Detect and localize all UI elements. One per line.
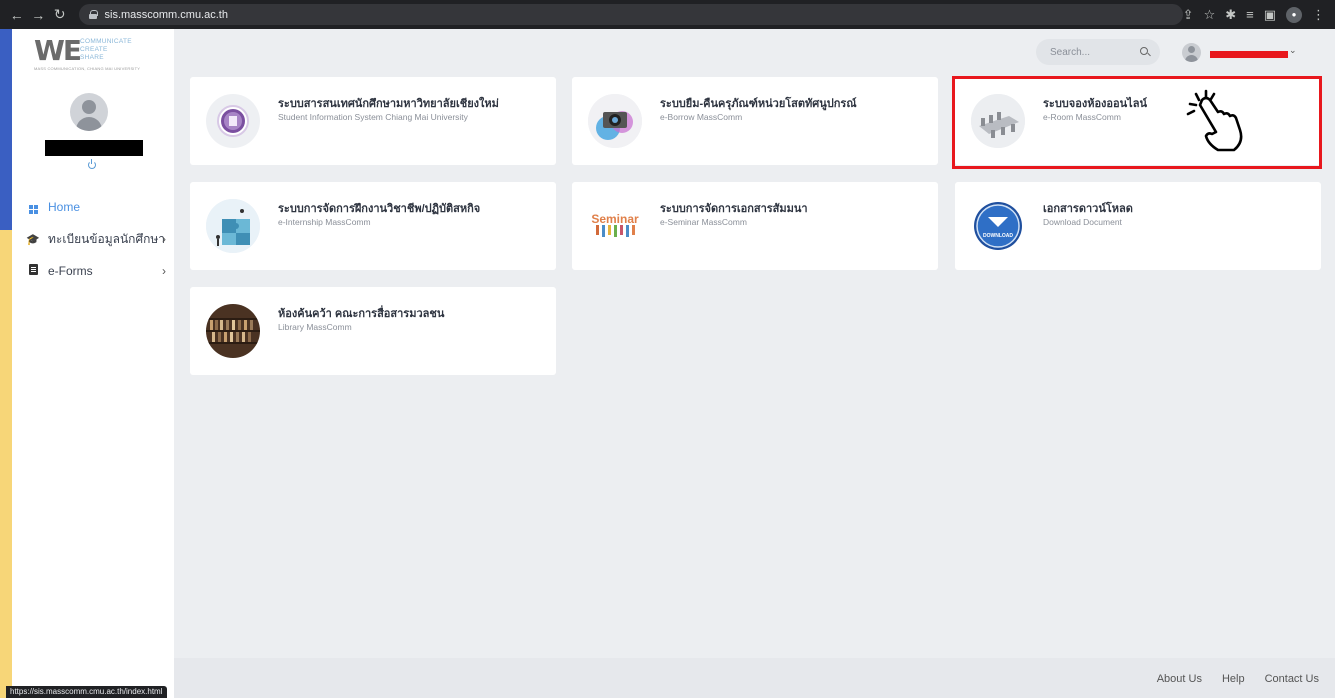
card-subtitle: e-Seminar MassComm xyxy=(660,217,747,227)
app-window: WE COMMUNICATE CREATE SHARE MASS COMMUNI… xyxy=(12,29,1335,698)
reading-list-icon[interactable]: ≡ xyxy=(1246,7,1254,23)
footer-link-about[interactable]: About Us xyxy=(1157,673,1202,685)
browser-toolbar: ← → ↻ sis.masscomm.cmu.ac.th ⇪ ☆ ✱ ≡ ▣ ●… xyxy=(0,0,1335,29)
card-e-internship[interactable]: ระบบการจัดการฝึกงานวิชาชีพ/ปฏิบัติสหกิจ … xyxy=(190,182,556,270)
sidebar-menu: Home 🎓 ทะเบียนข้อมูลนักศึกษา › e-Forms › xyxy=(12,191,174,287)
footer-link-help[interactable]: Help xyxy=(1222,673,1245,685)
username-redacted[interactable] xyxy=(1210,51,1288,58)
card-subtitle: Library MassComm xyxy=(278,322,352,332)
logo-words: COMMUNICATE CREATE SHARE xyxy=(80,38,132,62)
sidebar: WE COMMUNICATE CREATE SHARE MASS COMMUNI… xyxy=(12,29,174,698)
status-bar-url: https://sis.masscomm.cmu.ac.th/index.htm… xyxy=(6,686,167,698)
logo-subtitle: MASS COMMUNICATION, CHIANG MAI UNIVERSIT… xyxy=(34,66,141,71)
card-e-seminar[interactable]: Seminar ระบบการจัดการเอกสารสัมมนา e-Semi… xyxy=(572,182,938,270)
footer-links: About Us Help Contact Us xyxy=(1157,673,1319,685)
sidebar-item-label: ทะเบียนข้อมูลนักศึกษา xyxy=(48,231,165,246)
bookmark-star-icon[interactable]: ☆ xyxy=(1204,7,1216,23)
card-library[interactable]: ห้องค้นคว้า คณะการสื่อสารมวลชน Library M… xyxy=(190,287,556,375)
search-icon[interactable] xyxy=(1140,47,1148,55)
chevron-right-icon: › xyxy=(162,232,166,246)
logo[interactable]: WE COMMUNICATE CREATE SHARE MASS COMMUNI… xyxy=(34,34,154,71)
lock-icon[interactable] xyxy=(88,10,98,19)
card-title: ระบบยืม-คืนครุภัณฑ์หน่วยโสตทัศนูปกรณ์ xyxy=(660,98,857,110)
back-arrow-icon[interactable]: ← xyxy=(6,7,28,23)
logo-mark: WE xyxy=(34,34,82,67)
card-e-room[interactable]: ระบบจองห้องออนไลน์ e-Room MassComm xyxy=(955,77,1321,165)
download-icon-text: DOWNLOAD xyxy=(983,233,1013,239)
avatar xyxy=(70,93,108,131)
puzzle-icon xyxy=(206,199,260,253)
cmu-seal-icon xyxy=(206,94,260,148)
seminar-icon-text: Seminar xyxy=(591,212,639,226)
side-panel-icon[interactable]: ▣ xyxy=(1264,7,1276,23)
backdrop-strip xyxy=(0,230,12,698)
chevron-down-icon[interactable]: ⌄ xyxy=(1289,45,1297,56)
search-placeholder: Search... xyxy=(1050,46,1091,58)
search-input[interactable]: Search... xyxy=(1036,39,1160,65)
bookshelf-icon xyxy=(206,304,260,358)
card-title: ระบบการจัดการเอกสารสัมมนา xyxy=(660,203,808,215)
profile-icon[interactable]: ● xyxy=(1286,6,1303,23)
card-title: ระบบการจัดการฝึกงานวิชาชีพ/ปฏิบัติสหกิจ xyxy=(278,203,481,215)
grid-icon xyxy=(26,200,40,214)
sidebar-item-label: Home xyxy=(48,200,81,214)
footer-link-contact[interactable]: Contact Us xyxy=(1265,673,1319,685)
card-subtitle: e-Room MassComm xyxy=(1043,112,1121,122)
meeting-room-icon xyxy=(971,94,1025,148)
reload-icon[interactable]: ↻ xyxy=(49,6,71,23)
logo-word: COMMUNICATE xyxy=(80,38,132,45)
logo-word: SHARE xyxy=(80,54,104,61)
extensions-icon[interactable]: ✱ xyxy=(1225,7,1236,23)
download-icon: DOWNLOAD xyxy=(971,199,1025,253)
card-e-borrow[interactable]: ระบบยืม-คืนครุภัณฑ์หน่วยโสตทัศนูปกรณ์ e-… xyxy=(572,77,938,165)
graduation-cap-icon: 🎓 xyxy=(26,233,40,246)
sidebar-item-eforms[interactable]: e-Forms › xyxy=(12,255,174,287)
seminar-icon: Seminar xyxy=(588,199,642,253)
username-redacted xyxy=(45,140,143,156)
footer: About Us Help Contact Us xyxy=(174,658,1335,698)
card-subtitle: e-Borrow MassComm xyxy=(660,112,743,122)
logo-word: CREATE xyxy=(80,46,108,53)
card-download-document[interactable]: DOWNLOAD เอกสารดาวน์โหลด Download Docume… xyxy=(955,182,1321,270)
card-title: ระบบจองห้องออนไลน์ xyxy=(1043,98,1147,110)
form-icon xyxy=(26,264,40,278)
logout-power-icon[interactable] xyxy=(88,159,96,169)
card-student-info-system[interactable]: ระบบสารสนเทศนักศึกษามหาวิทยาลัยเชียงใหม่… xyxy=(190,77,556,165)
sidebar-item-home[interactable]: Home xyxy=(12,191,174,223)
browser-actions: ⇪ ☆ ✱ ≡ ▣ ● ⋮ xyxy=(1183,6,1335,23)
chevron-right-icon: › xyxy=(162,264,166,278)
card-title: ระบบสารสนเทศนักศึกษามหาวิทยาลัยเชียงใหม่ xyxy=(278,98,499,110)
card-subtitle: e-Internship MassComm xyxy=(278,217,371,227)
card-subtitle: Download Document xyxy=(1043,217,1122,227)
sidebar-item-label: e-Forms xyxy=(48,264,93,278)
forward-arrow-icon[interactable]: → xyxy=(28,7,50,23)
card-subtitle: Student Information System Chiang Mai Un… xyxy=(278,112,468,122)
user-avatar[interactable] xyxy=(1182,43,1201,62)
share-icon[interactable]: ⇪ xyxy=(1183,7,1194,23)
card-title: เอกสารดาวน์โหลด xyxy=(1043,203,1133,215)
pointing-hand-icon xyxy=(1186,89,1243,152)
card-title: ห้องค้นคว้า คณะการสื่อสารมวลชน xyxy=(278,308,445,320)
address-bar[interactable]: sis.masscomm.cmu.ac.th xyxy=(78,4,1183,25)
camera-icon xyxy=(588,94,642,148)
sidebar-item-student-registry[interactable]: 🎓 ทะเบียนข้อมูลนักศึกษา › xyxy=(12,223,174,255)
browser-menu-icon[interactable]: ⋮ xyxy=(1312,7,1325,23)
url-text: sis.masscomm.cmu.ac.th xyxy=(104,8,228,21)
